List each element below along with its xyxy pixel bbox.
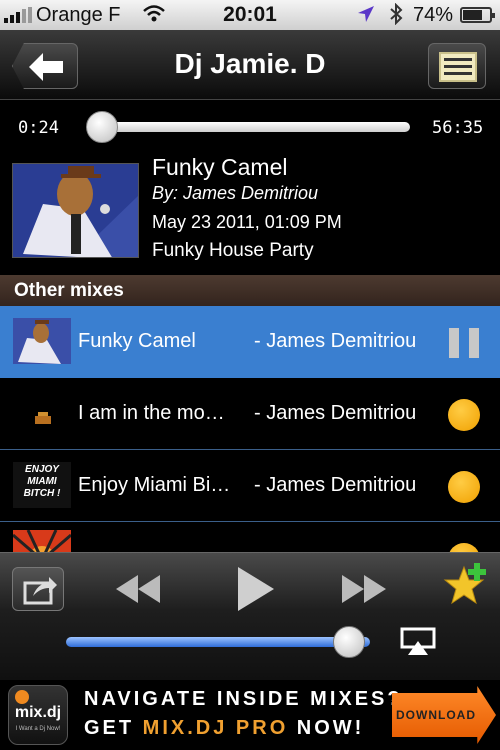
status-bar: Orange F 20:01 74%: [0, 0, 500, 30]
track-title: Funky Camel: [152, 154, 288, 180]
nav-bar: Dj Jamie. D: [0, 30, 500, 100]
play-icon: [238, 567, 274, 611]
volume-handle[interactable]: [333, 626, 365, 658]
album-art: [12, 163, 139, 258]
play-indicator-icon[interactable]: [448, 399, 480, 431]
list-item[interactable]: I am in the mo… - James Demitriou: [0, 378, 500, 450]
ad-headline: NAVIGATE INSIDE MIXES?: [84, 688, 403, 710]
page-title: Dj Jamie. D: [174, 48, 326, 79]
scrubber-track[interactable]: [98, 122, 410, 132]
ad-product-name: MIX.DJ PRO: [142, 717, 289, 739]
bluetooth-icon: [388, 2, 404, 31]
volume-slider[interactable]: [66, 637, 370, 647]
location-icon: [357, 5, 375, 29]
share-button[interactable]: [12, 567, 64, 611]
ad-subline-prefix: GET: [84, 717, 143, 739]
now-playing-panel: Funky Camel By: James Demitriou May 23 2…: [0, 150, 500, 272]
track-album: Funky House Party: [152, 240, 314, 261]
airplay-button[interactable]: [400, 627, 436, 660]
mix-artist: - James Demitriou: [254, 474, 417, 496]
mix-thumbnail: [13, 318, 71, 364]
playlist-button[interactable]: [428, 43, 486, 89]
mix-thumbnail: ENJOY MIAMI BITCH !: [13, 462, 71, 508]
share-icon: [23, 577, 57, 605]
list-icon: [439, 52, 477, 82]
list-item[interactable]: Funky Camel - James Demitriou: [0, 306, 500, 378]
rewind-button[interactable]: [116, 573, 160, 610]
favorite-button[interactable]: [442, 561, 492, 616]
logo-brand: mix.dj: [14, 704, 62, 721]
add-favorite-star-icon: [443, 563, 486, 605]
mix-name: Enjoy Miami Bi…: [78, 474, 231, 496]
elapsed-time: 0:24: [18, 118, 59, 138]
fast-forward-button[interactable]: [342, 573, 386, 610]
thumbnail-caption: ENJOY MIAMI BITCH !: [23, 464, 61, 499]
download-button[interactable]: DOWNLOAD: [392, 686, 496, 744]
position-scrubber: 0:24 56:35: [0, 100, 500, 150]
track-date: May 23 2011, 01:09 PM: [152, 212, 342, 232]
scrubber-handle[interactable]: [86, 111, 118, 143]
logo-badge-icon: [15, 690, 29, 704]
list-item[interactable]: ENJOY MIAMI BITCH ! Enjoy Miami Bi… - Ja…: [0, 450, 500, 522]
section-header: Other mixes: [0, 275, 500, 306]
mix-artist: - James Demitriou: [254, 402, 417, 424]
ad-banner[interactable]: mix.dj I Want a Dj Now! NAVIGATE INSIDE …: [0, 680, 500, 750]
mix-thumbnail: [13, 390, 71, 436]
player-controls: [0, 552, 500, 680]
play-indicator-icon[interactable]: [448, 471, 480, 503]
track-artist: By: James Demitriou: [152, 183, 319, 203]
pause-icon[interactable]: [449, 328, 479, 358]
play-button[interactable]: [238, 567, 274, 616]
ad-subline-suffix: NOW!: [288, 717, 365, 739]
mix-artist: - James Demitriou: [254, 330, 417, 352]
ad-subline: GET MIX.DJ PRO NOW!: [84, 717, 364, 740]
mix-name: I am in the mo…: [78, 402, 225, 424]
battery-icon: [460, 7, 495, 23]
battery-percent: 74%: [413, 4, 454, 26]
rewind-icon: [116, 575, 160, 603]
fast-forward-icon: [342, 575, 386, 603]
download-label: DOWNLOAD: [396, 708, 476, 722]
total-time: 56:35: [432, 118, 484, 138]
mix-name: Funky Camel: [78, 330, 196, 352]
logo-tagline: I Want a Dj Now!: [15, 726, 61, 732]
mixdj-logo: mix.dj I Want a Dj Now!: [8, 685, 68, 745]
airplay-icon: [400, 627, 436, 655]
